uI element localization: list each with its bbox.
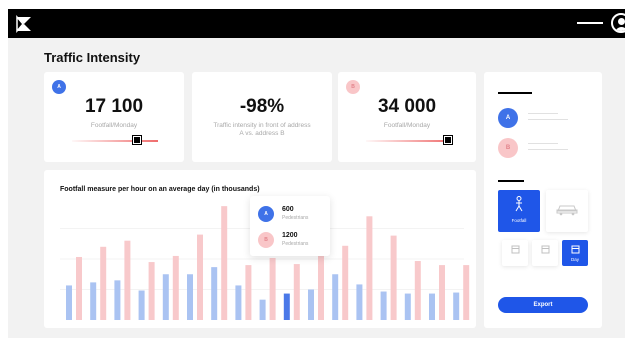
pedestrian-icon — [515, 196, 523, 212]
chart-tooltip: A 600 Pedestrians B 1200 Pedestrians — [250, 196, 330, 256]
bar-series-b[interactable] — [342, 245, 349, 320]
bar-series-a[interactable] — [259, 299, 266, 320]
bar-series-a[interactable] — [332, 274, 339, 320]
section-heading-bar — [498, 180, 524, 182]
bar-series-b[interactable] — [197, 234, 203, 320]
bar-series-a[interactable] — [453, 292, 460, 320]
calendar-icon — [541, 245, 550, 254]
kpi-label: Traffic intensity in front of address A … — [213, 122, 311, 137]
bar-series-a[interactable] — [356, 284, 363, 320]
export-button[interactable]: Export — [498, 297, 588, 313]
dashboard-canvas: Traffic Intensity A 17 100 Footfall/Mond… — [8, 38, 625, 338]
address-a-badge: A — [258, 206, 274, 222]
bar-series-b[interactable] — [463, 265, 470, 320]
bar-series-b[interactable] — [100, 246, 107, 320]
kpi-value: 34 000 — [377, 96, 437, 117]
tooltip-label: Pedestrians — [282, 241, 309, 247]
tooltip-row-a: A 600 Pedestrians — [258, 204, 328, 224]
page-title: Traffic Intensity — [44, 50, 141, 65]
top-navbar — [8, 9, 625, 38]
kpi-slider-handle[interactable] — [442, 135, 453, 145]
bar-series-b[interactable] — [439, 265, 445, 320]
car-icon — [556, 205, 578, 216]
address-a-badge: A — [498, 108, 518, 128]
calendar-icon — [511, 245, 520, 254]
legend-text-placeholder — [528, 119, 568, 120]
kpi-slider-track[interactable] — [366, 140, 452, 142]
bar-series-b[interactable] — [245, 265, 252, 320]
bar-series-a[interactable] — [404, 293, 411, 320]
kpi-card-comparison: -98% Traffic intensity in front of addre… — [192, 72, 332, 162]
kpi-value: 17 100 — [84, 96, 144, 117]
bar-series-b[interactable] — [414, 261, 421, 320]
bar-series-b[interactable] — [172, 255, 179, 320]
tile-caption: Footfall — [511, 218, 527, 223]
bar-series-a[interactable] — [114, 280, 121, 320]
bar-series-b[interactable] — [76, 256, 82, 320]
legend-item-a[interactable]: A — [498, 108, 588, 128]
legend-text-placeholder — [528, 149, 568, 150]
kpi-label: Footfall/Monday — [90, 122, 138, 129]
tooltip-value: 600 — [282, 206, 294, 213]
bar-series-b[interactable] — [148, 262, 155, 320]
bar-series-b[interactable] — [293, 264, 300, 320]
bar-series-b[interactable] — [390, 235, 397, 320]
kpi-slider-track[interactable] — [72, 140, 158, 142]
legend-text-placeholder — [528, 143, 558, 144]
mode-tile-vehicle[interactable] — [546, 190, 588, 232]
tooltip-value: 1200 — [282, 232, 298, 239]
bar-series-a[interactable] — [162, 274, 169, 320]
bar-series-a[interactable] — [429, 293, 435, 320]
section-heading-bar — [498, 92, 532, 94]
chart-title: Footfall measure per hour on an average … — [60, 186, 260, 193]
bar-series-a[interactable] — [66, 285, 72, 320]
address-b-badge: B — [258, 232, 274, 248]
tooltip-row-b: B 1200 Pedestrians — [258, 230, 328, 250]
bar-series-a[interactable] — [283, 293, 290, 320]
tooltip-label: Pedestrians — [282, 215, 309, 221]
bar-series-a[interactable] — [138, 290, 145, 320]
calendar-icon — [571, 245, 580, 254]
bar-series-a[interactable] — [90, 282, 97, 320]
user-profile-icon[interactable] — [611, 13, 625, 33]
bar-series-a[interactable] — [235, 285, 242, 320]
kpi-card-address-b: B 34 000 Footfall/Monday — [338, 72, 476, 162]
bar-series-a[interactable] — [187, 274, 193, 320]
mode-tile-footfall[interactable]: Footfall — [498, 190, 540, 232]
bar-series-a[interactable] — [380, 291, 387, 320]
kpi-slider-handle[interactable] — [131, 135, 142, 145]
bar-series-b[interactable] — [269, 257, 276, 320]
period-tile-month[interactable] — [502, 240, 528, 266]
bar-series-b[interactable] — [318, 245, 324, 320]
bar-series-b[interactable] — [221, 206, 228, 320]
kpi-label: Footfall/Monday — [383, 122, 431, 129]
kpi-card-address-a: A 17 100 Footfall/Monday — [44, 72, 184, 162]
period-tile-day[interactable]: Day — [562, 240, 588, 266]
kpi-value: -98% — [239, 96, 285, 117]
bar-series-a[interactable] — [211, 267, 218, 320]
bar-series-b[interactable] — [124, 240, 131, 320]
menu-icon[interactable] — [577, 22, 603, 24]
bar-series-a[interactable] — [308, 289, 314, 321]
legend-text-placeholder — [528, 113, 558, 114]
address-b-badge: B — [498, 138, 518, 158]
brand-logo-icon[interactable] — [14, 14, 34, 34]
address-a-badge: A — [52, 80, 66, 94]
footfall-chart-card: Footfall measure per hour on an average … — [44, 170, 476, 328]
period-tile-week[interactable] — [532, 240, 558, 266]
filter-side-panel: A B Footfall Day Export — [484, 72, 602, 328]
bar-series-b[interactable] — [366, 216, 373, 320]
tile-caption: Day — [570, 257, 579, 262]
address-b-badge: B — [346, 80, 360, 94]
legend-item-b[interactable]: B — [498, 138, 588, 158]
